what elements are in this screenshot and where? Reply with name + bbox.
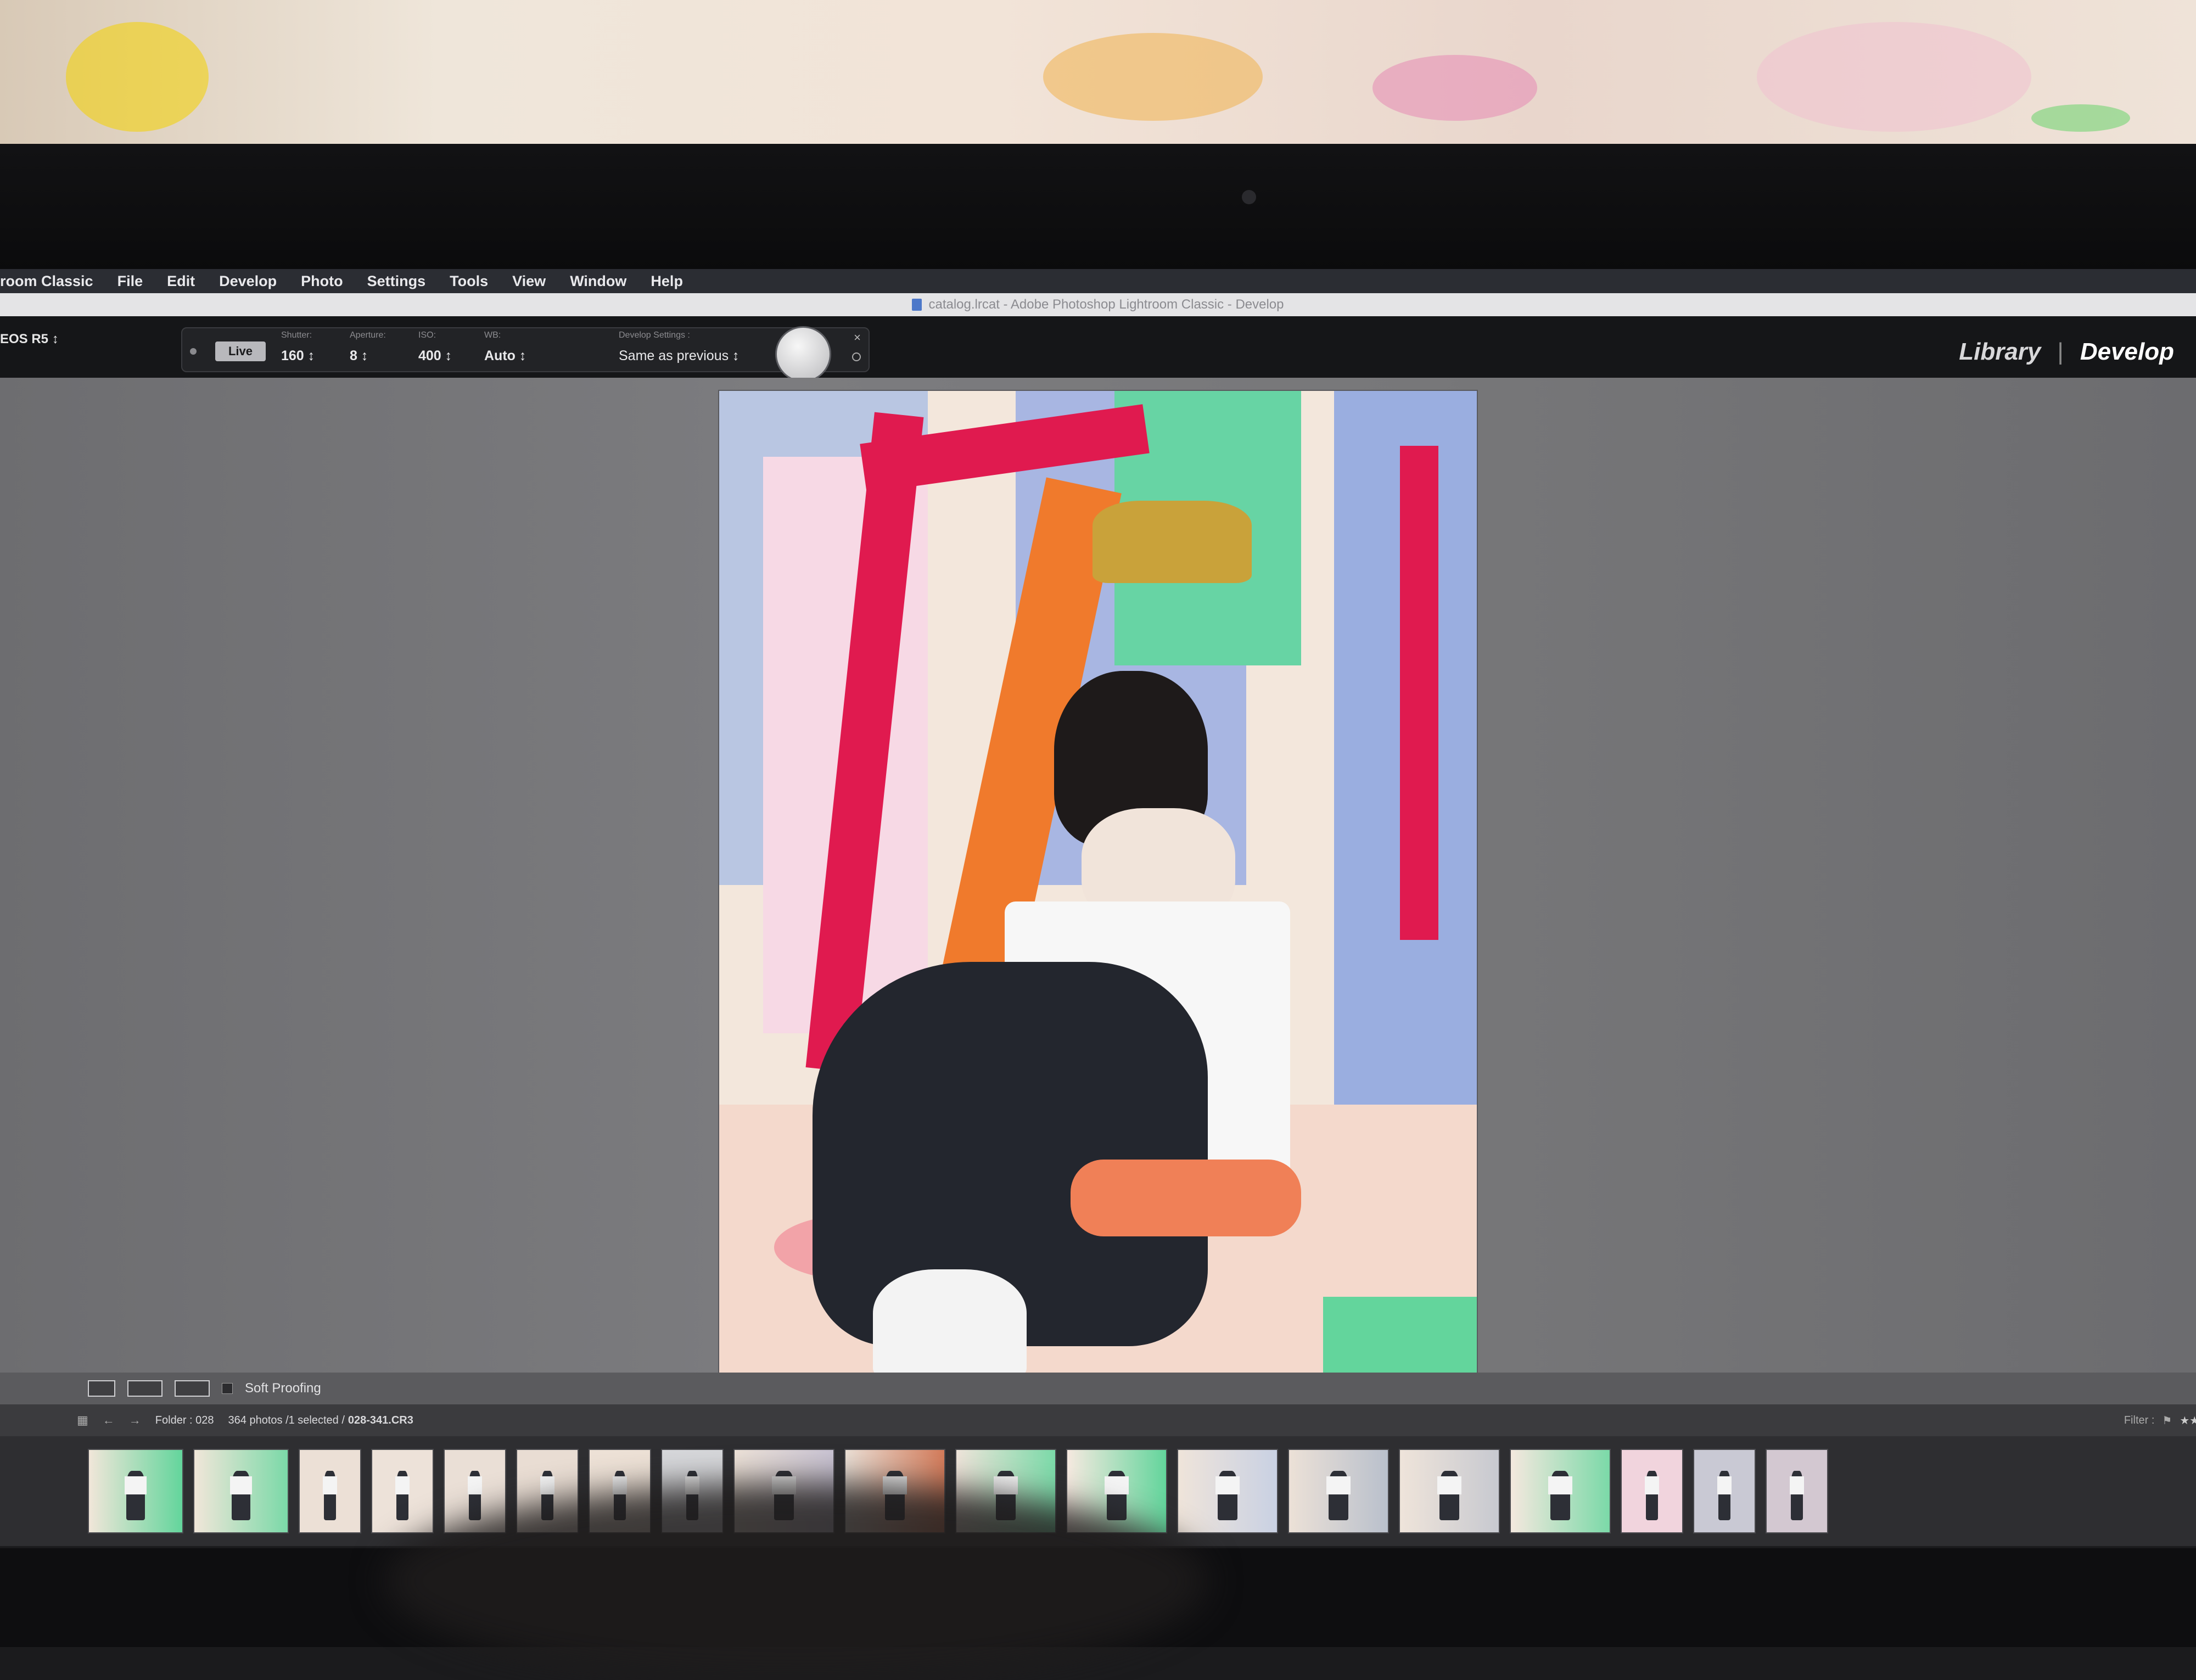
- film-thumbnail[interactable]: [88, 1449, 183, 1533]
- iso-field[interactable]: ISO: 400 ↕: [418, 331, 452, 364]
- module-header: EOS R5 ↕ Live Shutter: 160 ↕ Aperture: 8…: [0, 316, 2196, 382]
- live-view-button[interactable]: Live: [215, 341, 266, 361]
- film-thumbnail[interactable]: [1621, 1449, 1683, 1533]
- soft-proofing-label: Soft Proofing: [245, 1381, 321, 1396]
- star-filter-icon[interactable]: ★★★★★: [2180, 1414, 2196, 1427]
- main-photo-preview[interactable]: [719, 391, 1477, 1374]
- wb-field[interactable]: WB: Auto ↕: [484, 331, 526, 364]
- monitor-bezel-top: [0, 144, 2196, 271]
- camera-name: EOS R5 ↕: [0, 332, 59, 346]
- filter-label: Filter :: [2124, 1414, 2155, 1426]
- film-thumbnail[interactable]: [1399, 1449, 1500, 1533]
- menu-bar: room Classic File Edit Develop Photo Set…: [0, 269, 2196, 293]
- compare-icon[interactable]: [175, 1380, 210, 1397]
- before-after-icon[interactable]: [127, 1380, 163, 1397]
- menu-tools[interactable]: Tools: [450, 273, 488, 290]
- menu-file[interactable]: File: [117, 273, 143, 290]
- photo-count: 364 photos /1 selected /: [228, 1414, 345, 1426]
- module-library[interactable]: Library: [1959, 338, 2041, 366]
- film-thumbnail[interactable]: [299, 1449, 361, 1533]
- menu-develop[interactable]: Develop: [219, 273, 277, 290]
- module-picker: Library | Develop: [1959, 338, 2174, 366]
- menu-photo[interactable]: Photo: [301, 273, 343, 290]
- close-icon[interactable]: ×: [854, 331, 861, 345]
- flag-filter-icon[interactable]: ⚑: [2162, 1414, 2172, 1427]
- settings-circle-icon[interactable]: [852, 352, 861, 361]
- film-thumbnail[interactable]: [371, 1449, 434, 1533]
- film-thumbnail[interactable]: [1510, 1449, 1611, 1533]
- forward-arrow-icon[interactable]: →: [129, 1413, 141, 1427]
- menu-settings[interactable]: Settings: [367, 273, 426, 290]
- shutter-field[interactable]: Shutter: 160 ↕: [281, 331, 315, 364]
- loupe-view-icon[interactable]: [88, 1380, 115, 1397]
- filter-bar: Filter : ⚑ ★★★★★: [2124, 1404, 2196, 1436]
- window-title: catalog.lrcat - Adobe Photoshop Lightroo…: [928, 297, 1284, 312]
- back-arrow-icon[interactable]: ←: [103, 1413, 115, 1427]
- toolbar: Soft Proofing: [0, 1373, 2196, 1404]
- aperture-field[interactable]: Aperture: 8 ↕: [350, 331, 386, 364]
- film-thumbnail[interactable]: [1177, 1449, 1278, 1533]
- capture-button[interactable]: [775, 326, 831, 382]
- folder-label[interactable]: Folder : 028: [155, 1414, 214, 1427]
- menu-edit[interactable]: Edit: [167, 273, 195, 290]
- status-dot: [190, 348, 197, 355]
- film-thumbnail[interactable]: [1288, 1449, 1389, 1533]
- menu-view[interactable]: View: [512, 273, 546, 290]
- module-develop[interactable]: Develop: [2080, 338, 2174, 366]
- module-separator: |: [2057, 338, 2064, 365]
- document-icon: [912, 299, 922, 311]
- grid-view-icon[interactable]: ▦: [77, 1413, 88, 1427]
- film-thumbnail[interactable]: [1693, 1449, 1756, 1533]
- selected-filename[interactable]: 028-341.CR3: [348, 1414, 413, 1427]
- develop-workspace: [0, 378, 2196, 1377]
- filmstrip-info-bar: ▦ ← → Folder : 028 364 photos /1 selecte…: [0, 1404, 2196, 1436]
- soft-proofing-checkbox[interactable]: [222, 1383, 233, 1394]
- window-title-bar: catalog.lrcat - Adobe Photoshop Lightroo…: [0, 293, 2196, 316]
- foreground-blur: [384, 1482, 1208, 1680]
- film-thumbnail[interactable]: [193, 1449, 289, 1533]
- background-room: [0, 0, 2196, 148]
- webcam: [1242, 190, 1256, 204]
- menu-window[interactable]: Window: [570, 273, 626, 290]
- develop-settings-field[interactable]: Develop Settings : Same as previous ↕: [619, 331, 740, 364]
- menu-app-name[interactable]: room Classic: [0, 273, 93, 290]
- tethered-capture-bar: Live Shutter: 160 ↕ Aperture: 8 ↕ ISO: 4…: [181, 326, 870, 382]
- menu-help[interactable]: Help: [651, 273, 683, 290]
- film-thumbnail[interactable]: [1766, 1449, 1828, 1533]
